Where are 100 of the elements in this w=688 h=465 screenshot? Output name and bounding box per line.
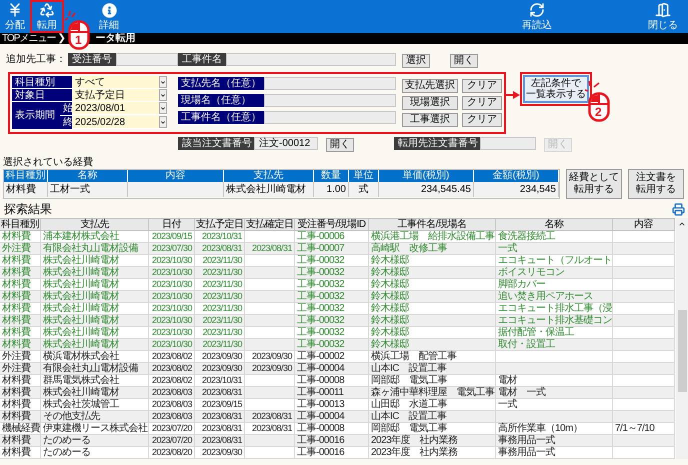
result-row[interactable]: 材料費 株式会社川崎電材 2023/10/30 2023/11/30 工事-00032 鈴木様邸 エコキュート（フルオート: [0, 255, 675, 267]
table-cell: 2023/10/31: [195, 231, 245, 242]
table-cell: 事務用品一式: [496, 447, 613, 458]
dropdown[interactable]: 支払予定日: [72, 89, 167, 102]
scrollbar[interactable]: [676, 218, 688, 459]
toolbar-button[interactable]: 閉じる: [648, 2, 678, 32]
action-button[interactable]: 現場選択: [402, 96, 458, 110]
result-row[interactable]: 材料費 株式会社茨城管工 2023/08/03 2023/09/15 工事-00013 山田邸 水道工事 一式: [0, 399, 675, 411]
dropdown[interactable]: すべて: [72, 76, 167, 89]
filter-label: 工事件名（任意）: [178, 110, 264, 124]
table-cell: 2023/08/31: [195, 243, 245, 254]
filter-label: 科目種別: [12, 76, 72, 89]
transfer-button[interactable]: 注文書を 転用する: [628, 169, 684, 199]
table-cell: ボイスリモコン: [496, 267, 613, 278]
filter-label: 対象日: [12, 89, 72, 102]
input-field[interactable]: [116, 52, 178, 66]
table-cell: 材料費: [0, 435, 41, 446]
result-row[interactable]: 材料費 株式会社川崎電材 2023/10/30 2023/11/30 工事-00032 鈴木様邸 取付・設置工: [0, 339, 675, 351]
action-button[interactable]: クリア: [462, 78, 502, 92]
toolbar-button[interactable]: 詳細: [94, 2, 124, 32]
action-button[interactable]: 工事選択: [402, 112, 458, 126]
search-list-button[interactable]: 左記条件で 一覧表示する: [523, 75, 589, 103]
table-cell: 工事-00032: [295, 267, 369, 278]
table-cell: 一式: [496, 243, 613, 254]
table-cell: 鈴木様邸: [369, 339, 496, 350]
table-cell: 鈴木様邸: [369, 327, 496, 338]
table-cell: エコキュート（フルオート: [496, 255, 613, 266]
result-row[interactable]: 材料費 株式会社川崎電材 2023/10/30 2023/11/30 工事-00032 鈴木様邸 追い焚き用ペアホース: [0, 291, 675, 303]
result-row[interactable]: 外注費 有限会社丸山電材設備 2023/07/30 2023/08/31 2023/08/31 工事-00007 高崎駅 改修工事 一式: [0, 243, 675, 255]
column-header: 工事件名/現場名: [369, 219, 496, 230]
table-cell: 2023/11/30: [195, 303, 245, 314]
table-cell: 工事-00004: [295, 411, 369, 422]
result-row[interactable]: 材料費 その他支払先 2023/08/03 2023/08/31 2023/08/31 工事-00004 山本IC 設置工事: [0, 411, 675, 423]
result-row[interactable]: 材料費 株式会社川崎電材 2023/10/30 2023/11/30 工事-00032 鈴木様邸 脚部カバー: [0, 279, 675, 291]
table-cell: 工事-00016: [295, 447, 369, 458]
action-button[interactable]: 開く: [450, 54, 478, 68]
action-button[interactable]: クリア: [462, 96, 502, 110]
column-header: 名称: [496, 219, 613, 230]
table-cell: 株式会社川崎電材: [41, 387, 149, 398]
transfer-button[interactable]: 経費として 転用する: [566, 169, 622, 199]
input-field[interactable]: [226, 52, 396, 66]
scroll-thumb[interactable]: [678, 310, 686, 392]
result-row[interactable]: 材料費 株式会社川崎電材 2023/10/30 2023/11/30 工事-00032 鈴木様邸 エコキュート排水基礎コン: [0, 315, 675, 327]
result-row[interactable]: 機械経費 伊東建機リース株式会社 2023/07/20 2023/08/31 2023/08/31 工事-00008 岡部邸 電気工事 高所作業車（10m） 7/1～7/10: [0, 423, 675, 435]
table-cell: 2023/08/02: [149, 363, 195, 374]
table-cell: エコキュート排水工事（浸: [496, 303, 613, 314]
toolbar-button[interactable]: 転用: [32, 2, 62, 32]
table-cell: 有限会社丸山電材設備: [41, 363, 149, 374]
result-row[interactable]: 材料費 株式会社川崎電材 2023/10/30 2023/11/30 工事-00032 鈴木様邸 ボイスリモコン: [0, 267, 675, 279]
scroll-up-icon[interactable]: [678, 220, 686, 228]
table-cell: 2023/09/30: [195, 363, 245, 374]
result-row[interactable]: 材料費 たのめーる 2023/08/20 2023/09/30 工事-00016 2023年度 社内業務 事務用品一式: [0, 447, 675, 459]
column-header: 受注番号/現場ID: [295, 219, 369, 230]
toolbar-button[interactable]: 分配: [0, 2, 30, 32]
action-button[interactable]: クリア: [462, 112, 502, 126]
table-cell: 横浜電材株式会社: [41, 351, 149, 362]
dropdown[interactable]: 2025/02/28: [72, 116, 167, 129]
field-label: 追加先工事：: [6, 52, 67, 66]
action-button[interactable]: 支払先選択: [402, 78, 458, 92]
input-field[interactable]: [264, 111, 396, 124]
table-cell: 食洗器接続工: [496, 231, 613, 242]
action-button[interactable]: 選択: [402, 54, 430, 68]
input-field[interactable]: [264, 77, 396, 90]
input-field[interactable]: [480, 136, 536, 150]
action-button[interactable]: 開く: [326, 138, 354, 152]
result-row[interactable]: 材料費 群馬電気株式会社 2023/08/02 2023/10/31 工事-00008 岡部邸 電気工事 電材: [0, 375, 675, 387]
result-row[interactable]: 材料費 株式会社川崎電材 2023/08/03 2023/08/31 工事-00011 森ヶ浦中華料理屋 電気工事 電材 一式: [0, 387, 675, 399]
input-field[interactable]: 注文-00012: [254, 136, 318, 150]
step-number: 1: [75, 34, 82, 47]
table-cell: 岡部邸 電気工事: [369, 423, 496, 434]
table-cell: 横浜工場 配管工事: [369, 351, 496, 362]
result-row[interactable]: 材料費 浦本建材株式会社 2023/09/15 2023/10/31 工事-00006 横浜港工場 給排水設備工事 食洗器接続工: [0, 231, 675, 243]
result-row[interactable]: 外注費 有限会社丸山電材設備 2023/08/02 2023/09/30 2023/09/30 工事-00004 山本IC 設置工事: [0, 363, 675, 375]
result-row[interactable]: 材料費 株式会社川崎電材 2023/10/30 2023/11/30 工事-00032 鈴木様邸 据付配管・保温工: [0, 327, 675, 339]
table-cell: 2023/11/30: [195, 315, 245, 326]
table-cell: 2023/10/30: [149, 303, 195, 314]
table-cell: 岡部邸 電気工事: [369, 375, 496, 386]
table-cell: 伊東建機リース株式会社: [41, 423, 149, 434]
table-cell: 株式会社川崎電材: [224, 182, 314, 197]
toolbar-button[interactable]: 再読込: [522, 2, 552, 32]
dropdown[interactable]: 2023/08/01: [72, 102, 167, 115]
table-cell: 外注費: [0, 363, 41, 374]
table-cell: 株式会社茨城管工: [41, 399, 149, 410]
field-label: 受注番号: [68, 52, 116, 66]
table-cell: 2023/08/02: [149, 375, 195, 386]
breadcrumb-link[interactable]: TOPメニュー: [2, 33, 56, 44]
table-cell: 工事-00013: [295, 399, 369, 410]
result-row[interactable]: 材料費 株式会社川崎電材 2023/10/30 2023/11/30 工事-00032 鈴木様邸 エコキュート排水工事（浸: [0, 303, 675, 315]
printer-icon[interactable]: [672, 203, 685, 216]
input-field[interactable]: [264, 94, 396, 107]
breadcrumb-separator: ❯: [57, 33, 66, 44]
table-cell: 2023/08/31: [195, 435, 245, 446]
table-cell: 2023/10/30: [149, 327, 195, 338]
column-header: 支払先: [41, 219, 149, 230]
table-cell: 材料費: [0, 255, 41, 266]
table-cell: 2023/07/20: [149, 423, 195, 434]
result-row[interactable]: 材料費 たのめーる 2023/07/20 2023/08/31 工事-00016 2023年度 社内業務 事務用品一式: [0, 435, 675, 447]
table-cell: 据付配管・保温工: [496, 327, 613, 338]
table-cell: 材料費: [4, 182, 48, 197]
result-row[interactable]: 外注費 横浜電材株式会社 2023/08/02 2023/09/30 2023/09/30 工事-00002 横浜工場 配管工事: [0, 351, 675, 363]
